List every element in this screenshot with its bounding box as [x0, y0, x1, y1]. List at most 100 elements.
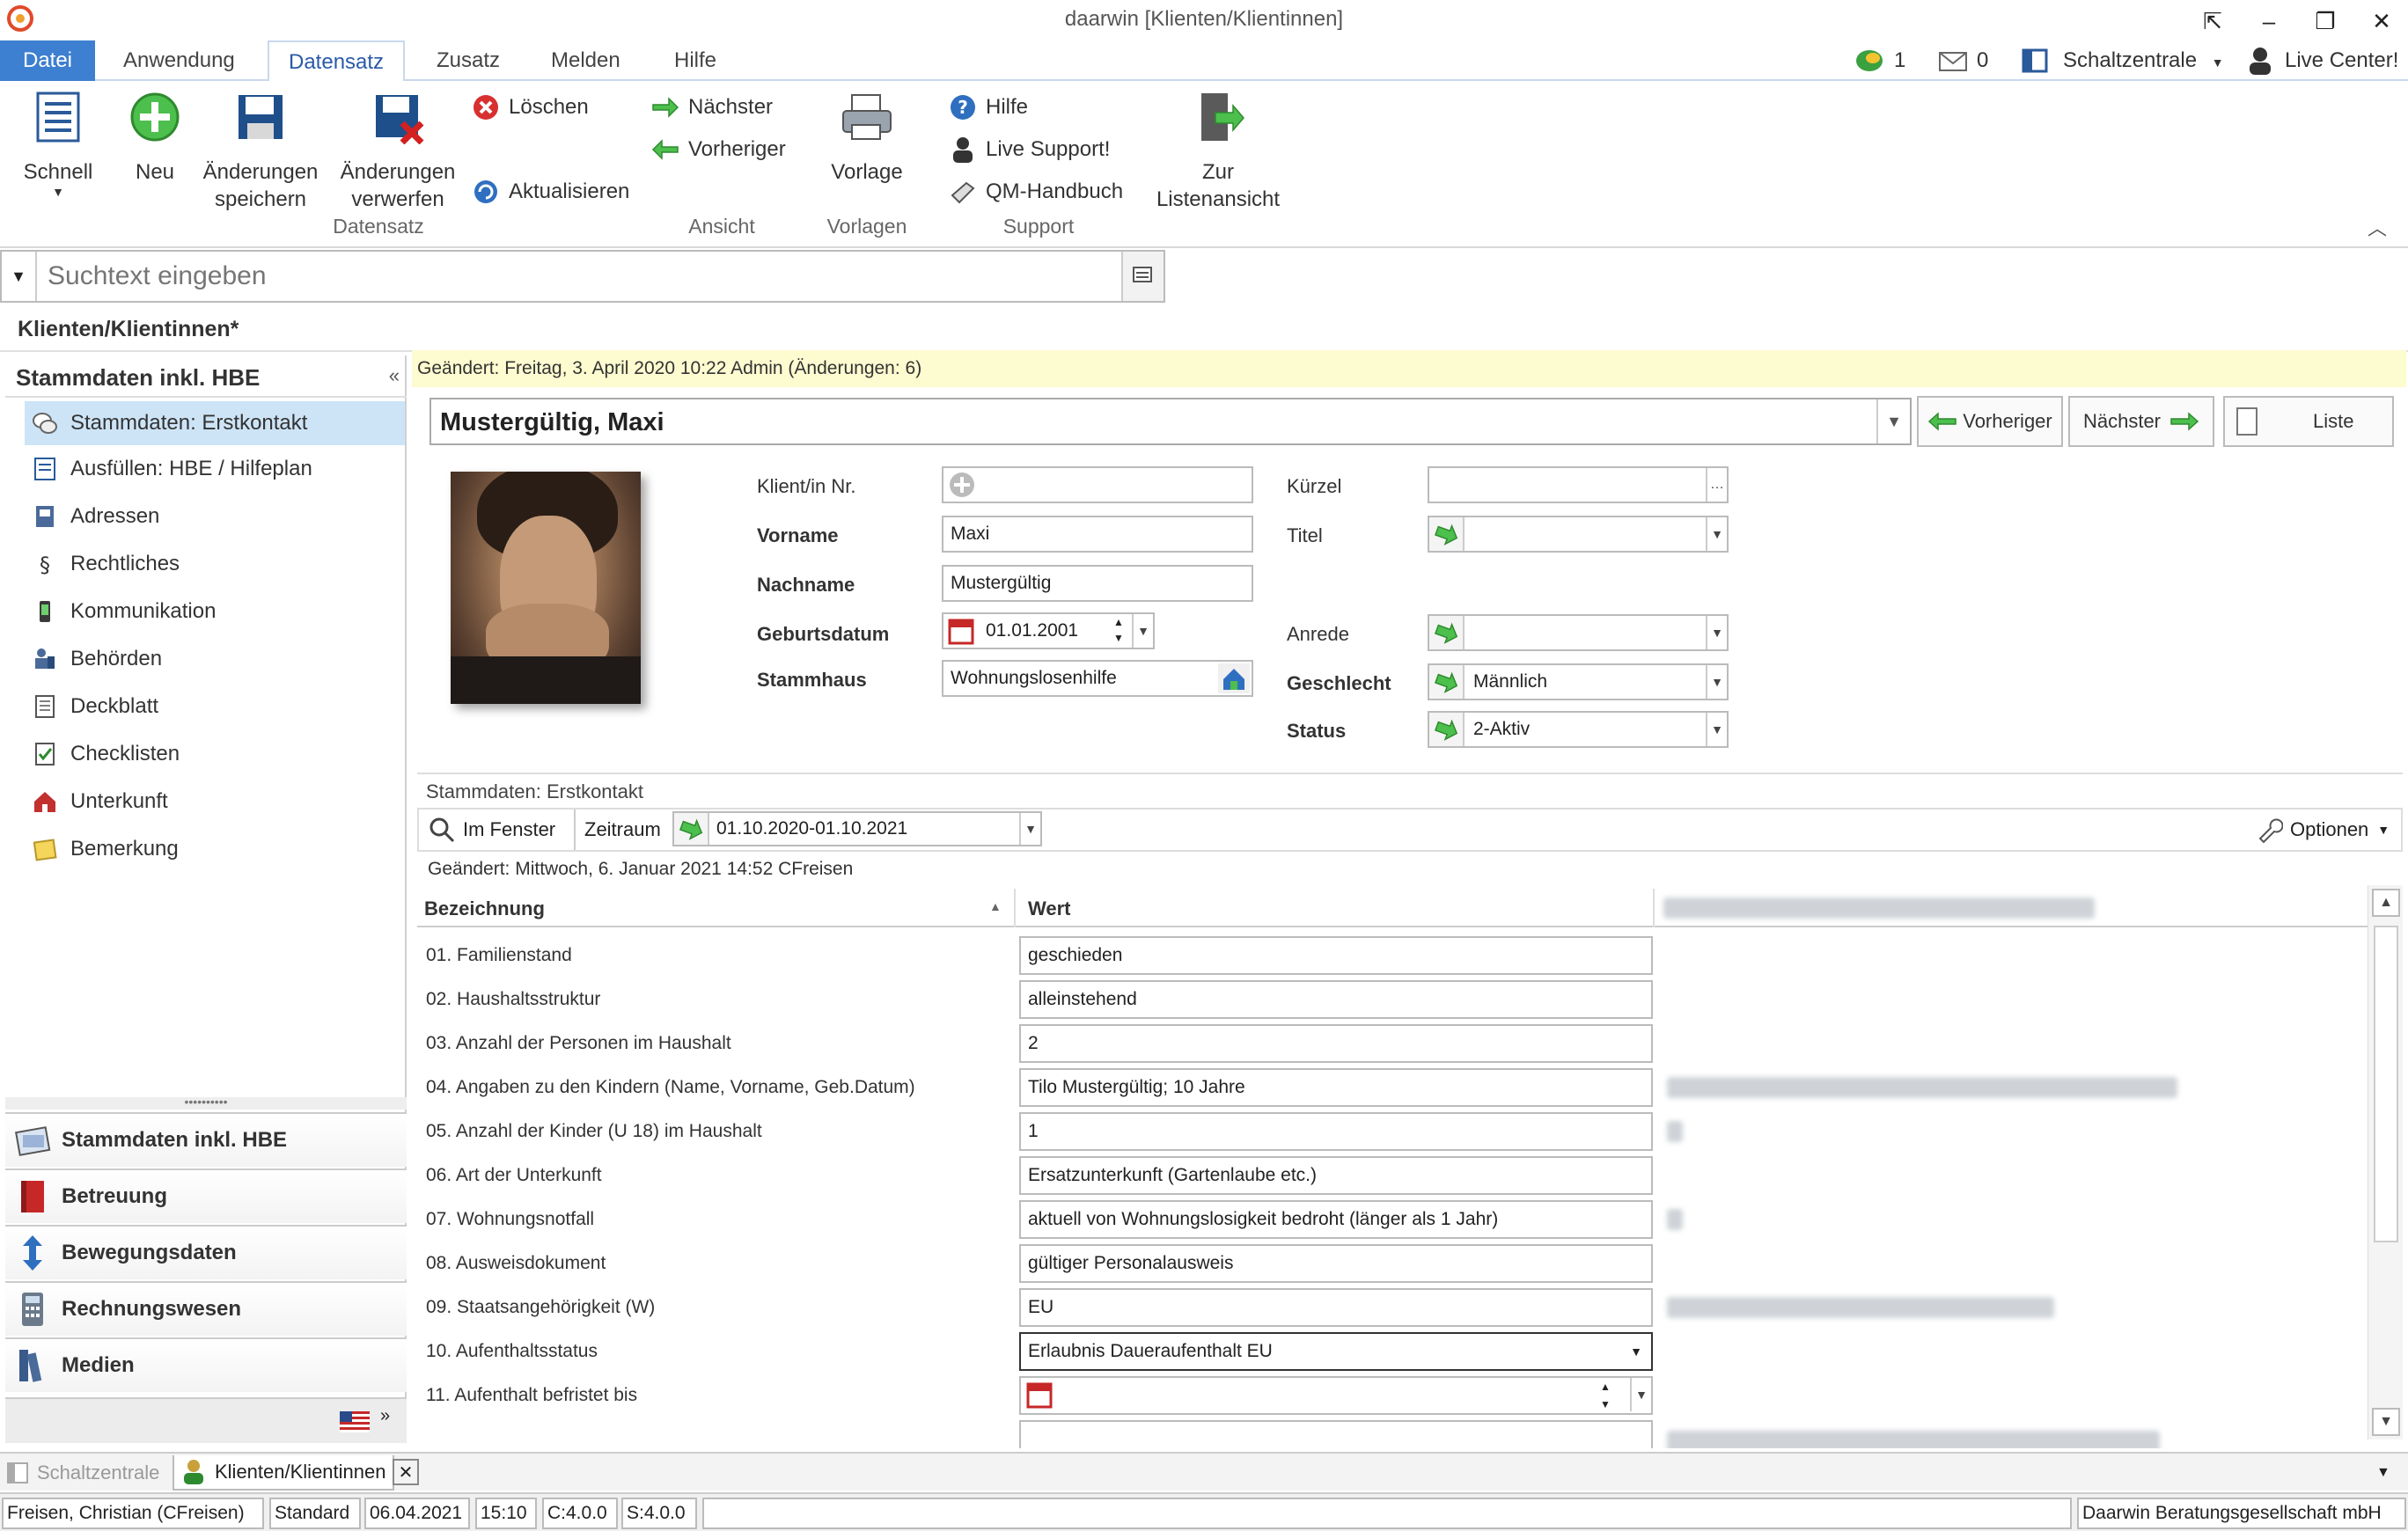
- naechster-button[interactable]: Nächster: [651, 90, 773, 125]
- table-row[interactable]: 02. Haushaltsstruktur alleinstehend: [417, 977, 2371, 1021]
- zeitraum-select[interactable]: 01.10.2020-01.10.2021 ▼: [672, 811, 1042, 846]
- doc-tab-klienten[interactable]: Klienten/Klientinnen: [173, 1455, 395, 1491]
- discard-changes-button[interactable]: Änderungen verwerfen: [336, 90, 459, 213]
- row-value-date[interactable]: ▲ ▼ ▼: [1019, 1376, 1653, 1415]
- titel-select[interactable]: ▼: [1428, 516, 1729, 553]
- row-value[interactable]: 1: [1019, 1112, 1653, 1151]
- date-dropdown-chevron-icon[interactable]: ▼: [1132, 614, 1153, 648]
- record-selector[interactable]: Mustergültig, Maxi ▼: [429, 398, 1912, 445]
- stammhaus-field[interactable]: Wohnungslosenhilfe: [942, 660, 1253, 697]
- row-value[interactable]: aktuell von Wohnungslosigkeit bedroht (l…: [1019, 1200, 1653, 1239]
- vorlage-button[interactable]: Vorlage: [819, 90, 915, 186]
- chevron-down-icon[interactable]: ▼: [1706, 616, 1727, 649]
- lookup-arrow-icon[interactable]: [674, 813, 709, 845]
- nav-item-deckblatt[interactable]: Deckblatt: [25, 685, 405, 729]
- nav-item-kommunikation[interactable]: Kommunikation: [25, 590, 405, 634]
- qm-handbuch-button[interactable]: QM-Handbuch: [949, 174, 1123, 209]
- table-row[interactable]: 06. Art der Unterkunft Ersatzunterkunft …: [417, 1153, 2371, 1197]
- mail-icon[interactable]: [1938, 49, 1968, 74]
- row-value[interactable]: geschieden: [1019, 936, 1653, 975]
- row-value[interactable]: Tilo Mustergültig; 10 Jahre: [1019, 1068, 1653, 1107]
- table-row[interactable]: 03. Anzahl der Personen im Haushalt 2: [417, 1021, 2371, 1065]
- date-spinner-icon[interactable]: ▲ ▼: [1595, 1378, 1616, 1413]
- row-value[interactable]: alleinstehend: [1019, 980, 1653, 1019]
- nav-item-rechtliches[interactable]: § Rechtliches: [25, 542, 405, 586]
- client-photo[interactable]: [451, 472, 641, 704]
- tab-datei[interactable]: Datei: [0, 40, 95, 81]
- chevron-down-icon[interactable]: ▼: [1706, 665, 1727, 699]
- col-wert[interactable]: Wert: [1028, 897, 1071, 920]
- nav-item-bemerkung[interactable]: Bemerkung: [25, 827, 405, 871]
- hilfe-button[interactable]: ? Hilfe: [949, 90, 1028, 125]
- chevron-down-icon[interactable]: ▼: [1706, 713, 1727, 746]
- geschlecht-select[interactable]: Männlich ▼: [1428, 663, 1729, 700]
- nav-item-unterkunft[interactable]: Unterkunft: [25, 780, 405, 824]
- calendar-icon[interactable]: [1026, 1382, 1053, 1409]
- collapse-ribbon-chevron-icon[interactable]: ︿: [2368, 213, 2387, 241]
- geburtsdatum-field[interactable]: 01.01.2001 ▲ ▼ ▼: [942, 612, 1155, 649]
- status-select[interactable]: 2-Aktiv ▼: [1428, 711, 1729, 748]
- scroll-up-arrow-icon[interactable]: ▲: [2372, 889, 2400, 917]
- list-button[interactable]: Liste: [2223, 396, 2394, 447]
- chevron-down-icon[interactable]: ▼: [1630, 1378, 1651, 1411]
- klient-nr-field[interactable]: [942, 466, 1253, 503]
- scrollbar-thumb[interactable]: [2374, 926, 2398, 1242]
- window-maximize-button[interactable]: ❐: [2299, 4, 2352, 39]
- kuerzel-field[interactable]: …: [1428, 466, 1729, 503]
- nav-item-behoerden[interactable]: Behörden: [25, 637, 405, 681]
- search-dropdown-chevron-icon[interactable]: ▼: [2, 252, 37, 301]
- section-rechnungswesen[interactable]: Rechnungswesen: [5, 1281, 407, 1336]
- nav-item-ausfuellen-hbe[interactable]: Ausfüllen: HBE / Hilfeplan: [25, 447, 405, 491]
- chevron-down-icon[interactable]: ▼: [1630, 1334, 1642, 1369]
- kuerzel-ellipsis-button[interactable]: …: [1706, 468, 1727, 502]
- chevron-down-icon[interactable]: ▼: [1706, 517, 1727, 551]
- next-record-button[interactable]: Nächster: [2068, 396, 2214, 447]
- home-lookup-icon[interactable]: [1218, 663, 1250, 693]
- search-input[interactable]: [48, 259, 1104, 294]
- schaltzentrale-menu[interactable]: Schaltzentrale ▼: [2063, 40, 2224, 81]
- previous-record-button[interactable]: Vorheriger: [1917, 396, 2063, 447]
- section-stammdaten-hbe[interactable]: Stammdaten inkl. HBE: [5, 1112, 407, 1167]
- nav-item-stammdaten-erstkontakt[interactable]: Stammdaten: Erstkontakt: [25, 401, 405, 445]
- save-changes-button[interactable]: Änderungen speichern: [199, 90, 322, 213]
- table-row[interactable]: 08. Ausweisdokument gültiger Personalaus…: [417, 1241, 2371, 1285]
- lookup-arrow-icon[interactable]: [1429, 616, 1465, 649]
- lookup-arrow-icon[interactable]: [1429, 713, 1465, 746]
- live-support-button[interactable]: Live Support!: [949, 132, 1110, 167]
- flag-us-icon[interactable]: [340, 1411, 370, 1432]
- tab-hilfe[interactable]: Hilfe: [655, 40, 736, 81]
- loeschen-button[interactable]: Löschen: [472, 90, 589, 125]
- nav-item-adressen[interactable]: Adressen: [25, 494, 405, 538]
- tab-list-chevron-icon[interactable]: ▼: [2376, 1455, 2390, 1491]
- table-row[interactable]: 05. Anzahl der Kinder (U 18) im Haushalt…: [417, 1109, 2371, 1153]
- tab-datensatz[interactable]: Datensatz: [268, 40, 406, 83]
- configure-sections-chevron-icon[interactable]: »: [380, 1406, 390, 1426]
- search-options-button[interactable]: [1121, 252, 1164, 301]
- list-view-button[interactable]: Zur Listenansicht: [1141, 90, 1296, 213]
- panel-splitter[interactable]: ••••••••••: [5, 1095, 407, 1110]
- doc-tab-schaltzentrale[interactable]: Schaltzentrale: [5, 1455, 159, 1491]
- row-value-select[interactable]: Erlaubnis Daueraufenthalt EU ▼: [1019, 1332, 1653, 1371]
- tab-zusatz[interactable]: Zusatz: [417, 40, 519, 81]
- table-row[interactable]: 10. Aufenthaltsstatus Erlaubnis Dauerauf…: [417, 1329, 2371, 1373]
- chevron-down-icon[interactable]: ▼: [1019, 813, 1040, 845]
- section-betreuung[interactable]: Betreuung: [5, 1168, 407, 1223]
- close-tab-icon[interactable]: ✕: [393, 1459, 419, 1485]
- nav-item-checklisten[interactable]: Checklisten: [25, 732, 405, 776]
- live-center-link[interactable]: Live Center!: [2285, 40, 2398, 81]
- section-bewegungsdaten[interactable]: Bewegungsdaten: [5, 1225, 407, 1279]
- lookup-arrow-icon[interactable]: [1429, 665, 1465, 699]
- im-fenster-button[interactable]: Im Fenster: [428, 809, 555, 850]
- row-value[interactable]: Ersatzunterkunft (Gartenlaube etc.): [1019, 1156, 1653, 1195]
- row-value[interactable]: 2: [1019, 1024, 1653, 1063]
- vertical-scrollbar[interactable]: ▲ ▼: [2368, 885, 2403, 1439]
- lookup-arrow-icon[interactable]: [1429, 517, 1465, 551]
- table-row[interactable]: 09. Staatsangehörigkeit (W) EU: [417, 1285, 2371, 1329]
- window-restore-down-button[interactable]: ⇱: [2186, 4, 2239, 39]
- calendar-icon[interactable]: [947, 618, 975, 646]
- nachname-field[interactable]: Mustergültig: [942, 565, 1253, 602]
- row-value[interactable]: EU: [1019, 1288, 1653, 1327]
- optionen-button[interactable]: Optionen ▼: [2255, 809, 2390, 850]
- vorname-field[interactable]: Maxi: [942, 516, 1253, 553]
- schnell-button[interactable]: Schnell ▼: [16, 90, 100, 198]
